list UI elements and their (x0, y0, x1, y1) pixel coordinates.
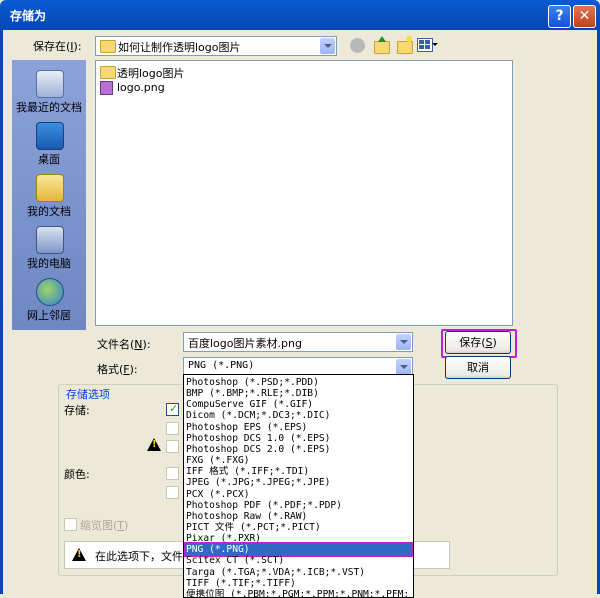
desktop-icon (36, 122, 64, 150)
format-option[interactable]: 便携位图 (*.PBM;*.PGM;*.PPM;*.PNM;*.PFM; (186, 589, 411, 597)
close-button[interactable]: ✕ (573, 5, 596, 28)
save-in-value: 如何让制作透明logo图片 (118, 41, 241, 54)
places-bar: 我最近的文档 桌面 我的文档 我的电脑 网上邻居 (12, 60, 86, 330)
format-option[interactable]: TIFF (*.TIF;*.TIFF) (186, 578, 411, 589)
my-computer-icon (36, 226, 64, 254)
format-option[interactable]: Pixar (*.PXR) (186, 533, 411, 544)
filename-value: 百度logo图片素材.png (188, 337, 302, 350)
info-text: 在此选项下，文件 (95, 550, 183, 563)
format-option[interactable]: BMP (*.BMP;*.RLE;*.DIB) (186, 388, 411, 399)
place-network[interactable]: 网上邻居 (12, 274, 86, 326)
format-option[interactable]: PNG (*.PNG) (184, 542, 413, 558)
format-option[interactable]: Scitex CT (*.SCT) (186, 555, 411, 566)
warning-icon (147, 438, 161, 451)
format-option[interactable]: IFF 格式 (*.IFF;*.TDI) (186, 466, 411, 477)
thumbnail-label: 缩览图(T) (80, 519, 129, 532)
format-option[interactable]: Targa (*.TGA;*.VDA;*.ICB;*.VST) (186, 567, 411, 578)
format-option[interactable]: Photoshop Raw (*.RAW) (186, 511, 411, 522)
format-option[interactable]: Dicom (*.DCM;*.DC3;*.DIC) (186, 410, 411, 421)
file-list[interactable]: 透明logo图片 logo.png (95, 60, 513, 326)
format-option[interactable]: JPEG (*.JPG;*.JPEG;*.JPE) (186, 477, 411, 488)
format-dropdown-list[interactable]: Photoshop (*.PSD;*.PDD) BMP (*.BMP;*.RLE;… (183, 374, 414, 598)
format-option[interactable]: PICT 文件 (*.PCT;*.PICT) (186, 522, 411, 533)
my-documents-icon (36, 174, 64, 202)
file-name: 透明logo图片 (117, 67, 185, 80)
format-option[interactable]: Photoshop DCS 2.0 (*.EPS) (186, 444, 411, 455)
new-folder-icon[interactable] (395, 36, 413, 54)
options-group-title: 存储选项 (64, 386, 112, 402)
format-option[interactable]: FXG (*.FXG) (186, 455, 411, 466)
place-recent-label: 我最近的文档 (16, 101, 82, 114)
recent-documents-icon (36, 70, 64, 98)
format-option[interactable]: Photoshop PDF (*.PDF;*.PDP) (186, 500, 411, 511)
place-desktop[interactable]: 桌面 (12, 118, 86, 170)
thumbnail-checkbox[interactable] (64, 518, 77, 531)
format-option[interactable]: Photoshop DCS 1.0 (*.EPS) (186, 433, 411, 444)
format-option[interactable]: PCX (*.PCX) (186, 489, 411, 500)
view-dropdown-icon[interactable] (432, 43, 438, 46)
back-icon[interactable] (350, 38, 365, 53)
chevron-down-icon[interactable] (396, 359, 411, 375)
format-option[interactable]: Photoshop (*.PSD;*.PDD) (186, 377, 411, 388)
color-label: 颜色: (64, 468, 90, 481)
folder-icon (100, 40, 116, 53)
network-places-icon (36, 278, 64, 306)
warning-icon (72, 548, 86, 561)
up-folder-icon[interactable] (372, 36, 390, 54)
view-menu-icon[interactable] (417, 38, 433, 52)
format-option[interactable]: Photoshop EPS (*.EPS) (186, 422, 411, 433)
store-checkbox[interactable]: ✓ (166, 402, 179, 416)
cancel-button[interactable]: 取消 (445, 356, 511, 379)
place-my-computer[interactable]: 我的电脑 (12, 222, 86, 274)
place-my-documents-label: 我的文档 (27, 205, 71, 218)
color-checkbox[interactable] (166, 467, 179, 480)
folder-icon (100, 66, 116, 79)
filename-label: 文件名(N): (97, 338, 151, 351)
chevron-down-icon[interactable] (396, 334, 411, 350)
color-checkbox[interactable] (166, 486, 179, 499)
store-label: 存储: (64, 404, 90, 417)
file-name: logo.png (117, 81, 165, 94)
help-button[interactable]: ? (548, 5, 571, 28)
store-checkbox[interactable] (166, 422, 179, 435)
format-value: PNG (*.PNG) (188, 360, 255, 371)
format-label: 格式(F): (97, 363, 138, 376)
store-checkbox[interactable] (166, 440, 179, 453)
chevron-down-icon[interactable] (320, 38, 335, 54)
png-file-icon (100, 81, 113, 95)
title-bar: 存储为 ? ✕ (0, 0, 600, 30)
place-my-documents[interactable]: 我的文档 (12, 170, 86, 222)
save-button[interactable]: 保存(S) (445, 331, 511, 354)
save-in-label: 保存在(I): (33, 40, 82, 53)
place-desktop-label: 桌面 (38, 153, 60, 166)
place-my-computer-label: 我的电脑 (27, 257, 71, 270)
format-option[interactable]: CompuServe GIF (*.GIF) (186, 399, 411, 410)
place-recent[interactable]: 我最近的文档 (12, 66, 86, 118)
place-network-label: 网上邻居 (27, 309, 71, 322)
save-in-combo[interactable]: 如何让制作透明logo图片 (95, 36, 337, 56)
window-title: 存储为 (10, 9, 47, 23)
window-frame-left (0, 30, 3, 594)
filename-field[interactable]: 百度logo图片素材.png (183, 332, 413, 352)
